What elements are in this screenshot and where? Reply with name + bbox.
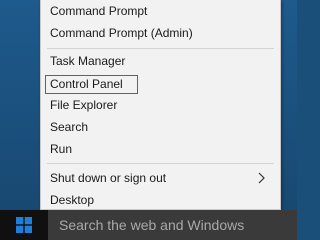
menu-item-task-manager[interactable]: Task Manager [41, 50, 280, 73]
menu-separator [47, 163, 274, 164]
menu-item-command-prompt-admin[interactable]: Command Prompt (Admin) [41, 22, 280, 45]
start-button[interactable] [0, 210, 48, 240]
taskbar: Search the web and Windows [0, 210, 297, 240]
control-panel-highlight-box [45, 75, 138, 94]
menu-separator [47, 48, 274, 49]
menu-item-file-explorer[interactable]: File Explorer [41, 94, 280, 117]
menu-item-desktop[interactable]: Desktop [41, 189, 280, 212]
winx-context-menu: Command Prompt Command Prompt (Admin) Ta… [40, 0, 281, 210]
menu-item-shut-down-or-sign-out[interactable]: Shut down or sign out [41, 167, 280, 190]
menu-item-search[interactable]: Search [41, 116, 280, 139]
taskbar-search-box[interactable]: Search the web and Windows [48, 210, 297, 240]
menu-item-run[interactable]: Run [41, 138, 280, 161]
windows-logo-icon [16, 217, 32, 233]
menu-item-command-prompt[interactable]: Command Prompt [41, 0, 280, 23]
chevron-right-icon [258, 172, 265, 184]
